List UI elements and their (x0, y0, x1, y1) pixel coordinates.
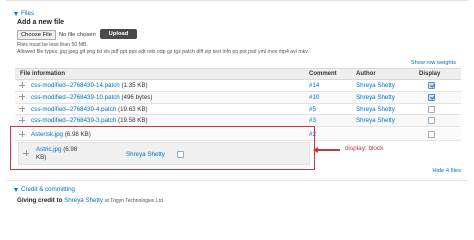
hide-files-link[interactable]: Hide 4 files (432, 168, 461, 174)
file-picker: Choose File No file chosen (17, 30, 96, 40)
header-comment: Comment (309, 71, 337, 77)
comment-link[interactable]: #14 (309, 82, 319, 89)
file-size: (496 bytes) (121, 93, 153, 101)
file-link[interactable]: css-modified--2768439-4.patch (31, 106, 116, 113)
credit-prefix: Giving credit to (17, 197, 63, 204)
files-fieldset-legend[interactable]: Files (14, 9, 34, 18)
show-row-weights-link[interactable]: Show row weights (411, 60, 456, 66)
comment-link[interactable]: #10 (309, 94, 319, 101)
file-size: (19.63 KB) (118, 105, 148, 113)
table-row: css-modified--2768439-4.patch (19.63 KB)… (15, 104, 461, 116)
table-header: File information Comment Author Display (15, 68, 461, 80)
collapse-triangle-icon (14, 187, 18, 192)
author-link[interactable]: Shreya Shetty (356, 82, 395, 89)
add-file-title: Add a new file (17, 19, 65, 26)
credit-user-link[interactable]: Shreya Shetty (64, 197, 103, 204)
upload-button[interactable]: Upload (100, 29, 137, 39)
files-table: File information Comment Author Display … (15, 68, 461, 128)
section-divider (6, 180, 468, 181)
credit-text: Giving credit to Shreya Shetty at Trigyn… (17, 197, 163, 204)
table-row: css-modified--2768439-14.patch (1.35 KB)… (15, 80, 461, 92)
author-link[interactable]: Shreya Shetty (356, 106, 395, 113)
display-checkbox[interactable] (428, 131, 435, 138)
author-link[interactable]: Shreya Shetty (356, 117, 395, 124)
no-file-text: No file chosen (58, 32, 96, 38)
author-link[interactable]: Shreya Shetty (356, 94, 395, 101)
credit-legend-link[interactable]: Credit & committing (21, 185, 75, 194)
table-row: css-modified--2768439-10.patch (496 byte… (15, 91, 461, 104)
comment-link[interactable]: #3 (309, 117, 316, 124)
display-checkbox[interactable] (428, 117, 435, 125)
header-author: Author (356, 71, 376, 77)
files-legend-link[interactable]: Files (21, 9, 34, 18)
collapse-triangle-icon (14, 11, 18, 16)
drag-handle-icon[interactable] (19, 82, 25, 88)
header-display: Display (419, 71, 441, 77)
file-size: (19.58 KB) (118, 117, 148, 125)
drag-handle-icon[interactable] (19, 105, 25, 112)
allowed-types-text: Allowed file types: jpg jpeg gif png txt… (17, 49, 309, 55)
file-link[interactable]: css-modified--2768439-14.patch (31, 82, 120, 89)
drag-handle-icon[interactable] (19, 117, 25, 124)
top-divider (6, 0, 468, 3)
credit-fieldset-legend[interactable]: Credit & committing (14, 185, 75, 194)
choose-file-button[interactable]: Choose File (17, 30, 56, 40)
drag-handle-icon[interactable] (19, 93, 25, 100)
size-limit-text: Files must be less than 50 MB. (17, 42, 88, 48)
annotation-callout-text: display: block (345, 145, 384, 152)
file-size: (1.35 KB) (121, 82, 148, 89)
credit-org: at Trigyn Technologies Ltd (104, 198, 163, 204)
annotation-arrow-line (316, 149, 340, 151)
file-link[interactable]: css-modified--2768439-3.patch (31, 117, 116, 124)
header-file-information: File information (20, 71, 65, 77)
display-checkbox[interactable] (428, 93, 435, 101)
annotation-highlight-box (10, 126, 315, 170)
comment-link[interactable]: #5 (309, 106, 316, 113)
display-checkbox[interactable] (428, 105, 435, 113)
file-link[interactable]: css-modified--2768439-10.patch (31, 94, 120, 101)
display-checkbox[interactable] (428, 82, 435, 89)
